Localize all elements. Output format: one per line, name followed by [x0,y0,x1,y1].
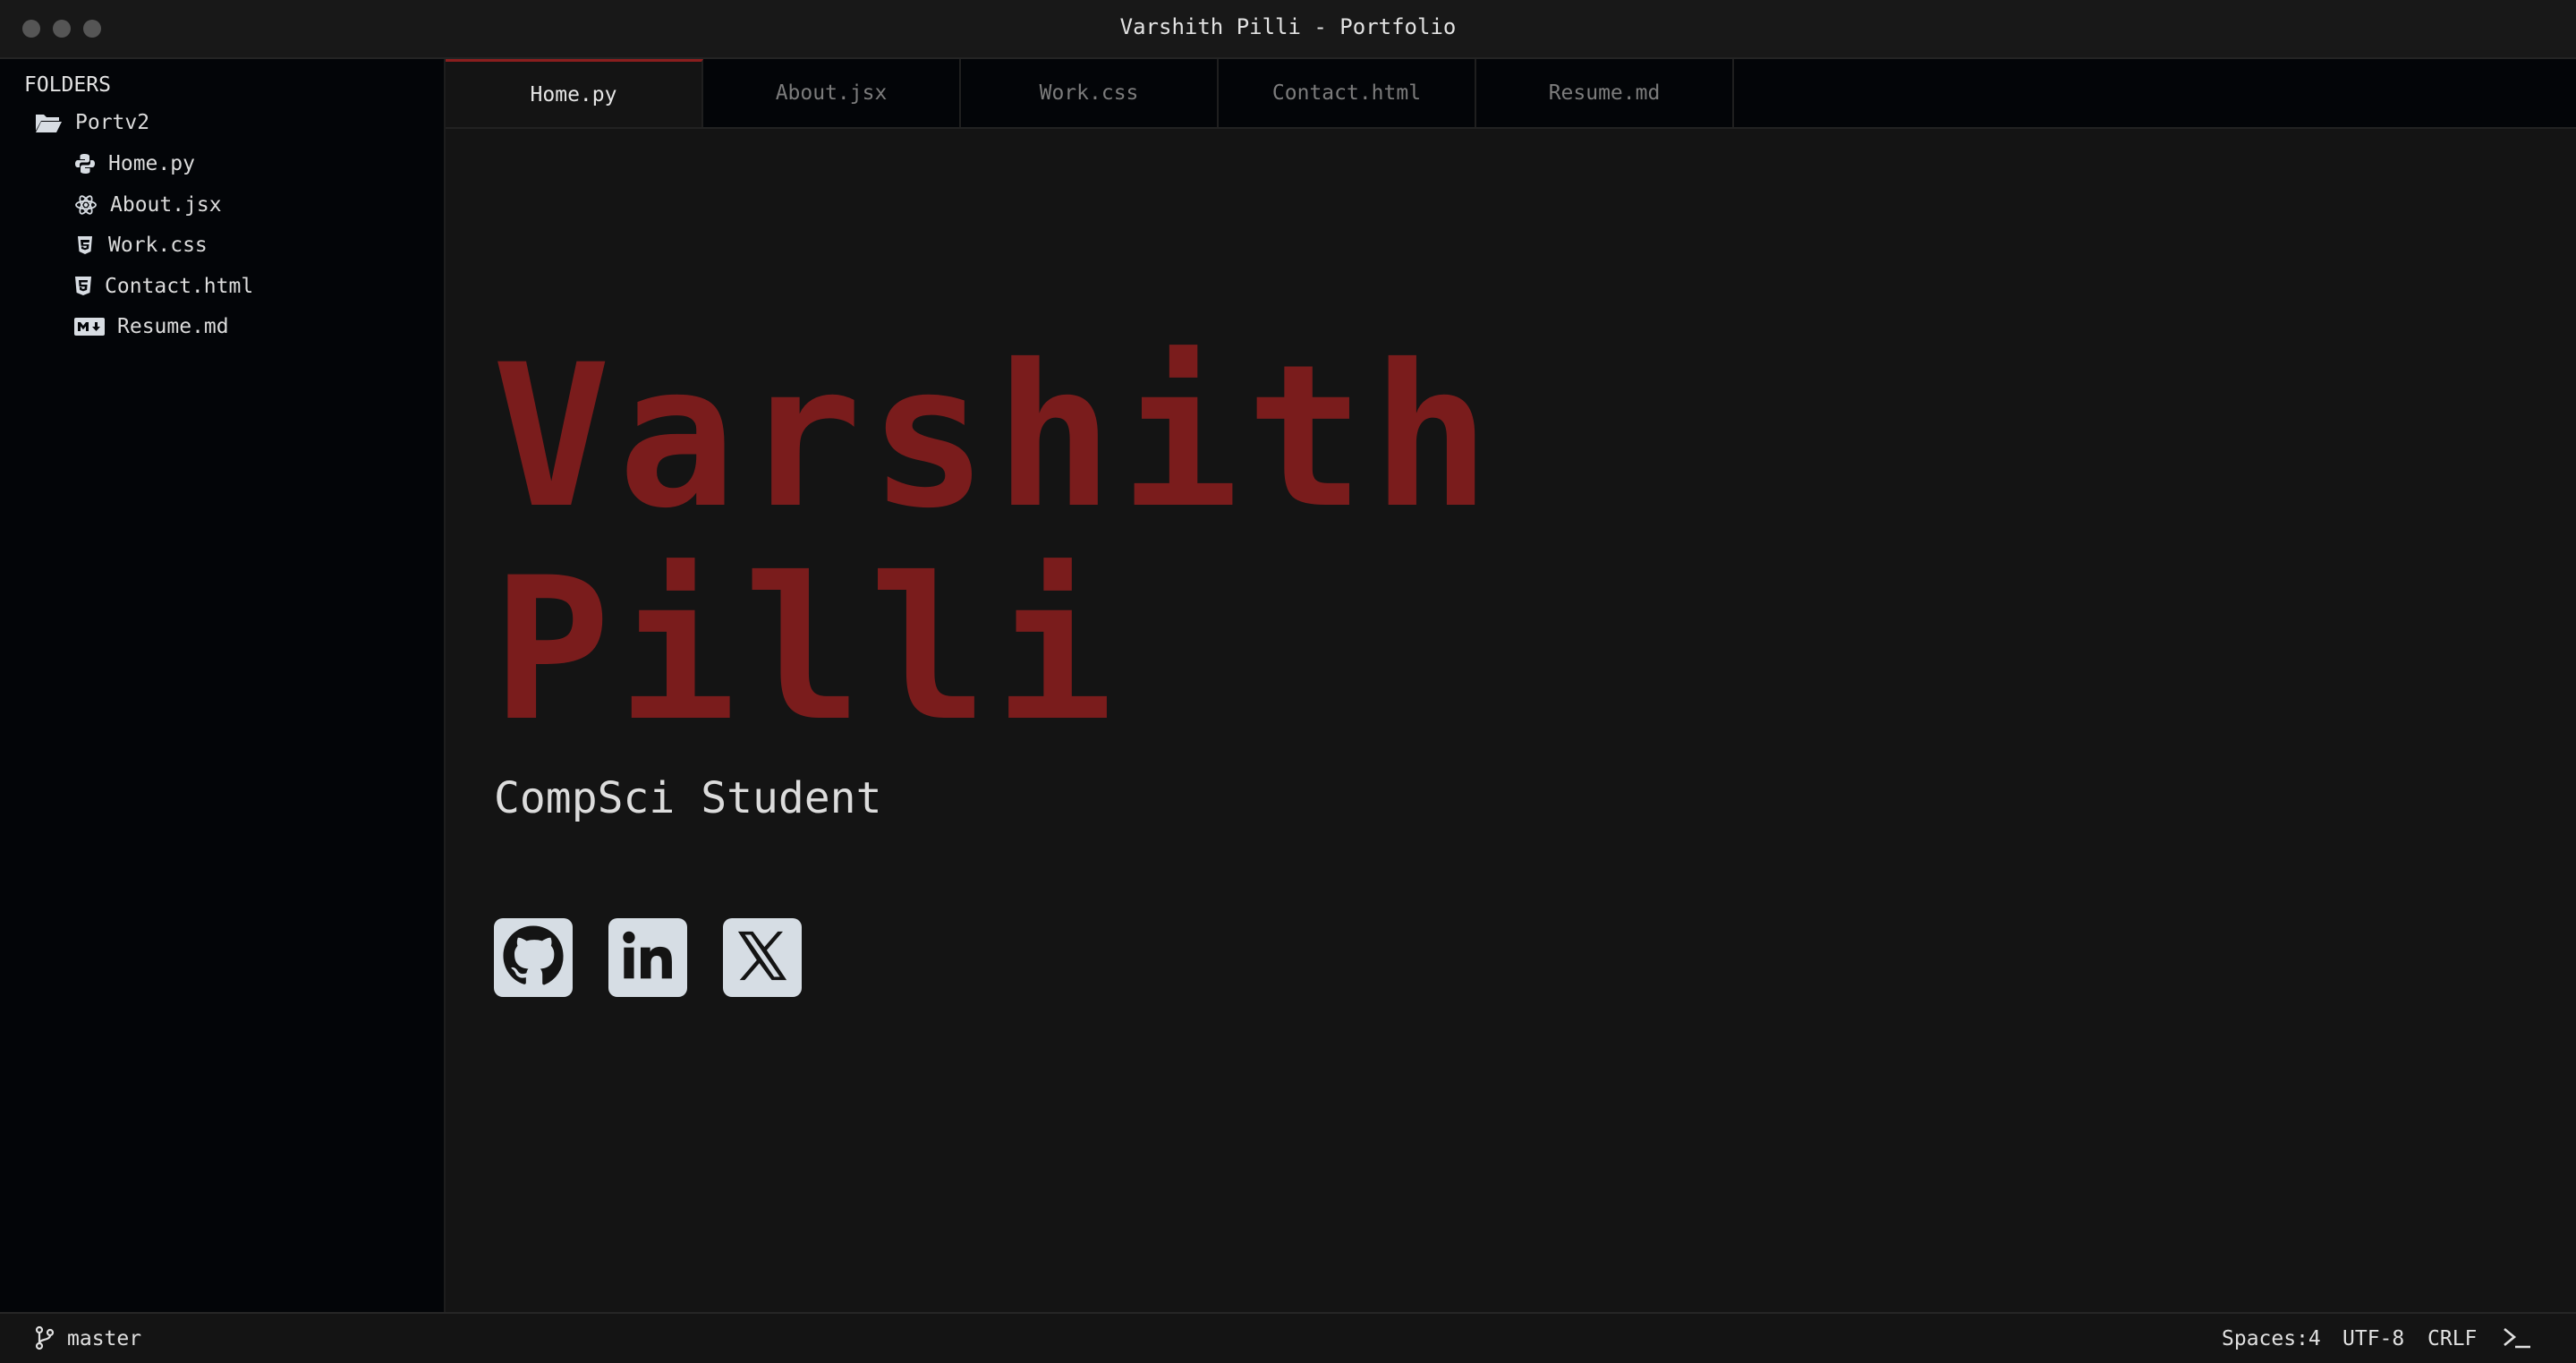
tab-contact-html[interactable]: Contact.html [1219,59,1476,127]
title-bar: Varshith Pilli - Portfolio [0,0,2576,59]
folder-label: Portv2 [75,111,150,134]
github-icon [502,924,565,991]
linkedin-link[interactable] [608,918,687,997]
sidebar-file-resume-md[interactable]: Resume.md [74,315,229,338]
file-label: Home.py [108,152,195,175]
terminal-icon[interactable] [2502,1326,2532,1355]
linkedin-icon [619,927,676,988]
x-twitter-link[interactable] [723,918,802,997]
file-label: Resume.md [117,315,229,338]
sidebar: FOLDERS Portv2 Home.py About.jsx Work.cs… [0,59,446,1312]
sidebar-file-home-py[interactable]: Home.py [74,152,195,175]
x-twitter-icon [735,928,790,987]
git-branch-icon [34,1325,55,1356]
file-label: About.jsx [110,193,222,217]
hero-first-name: Varshith [492,322,1498,551]
react-icon [74,194,98,216]
editor-content: Varshith Pilli CompSci Student [447,131,2576,1312]
encoding-setting[interactable]: UTF-8 [2342,1327,2404,1350]
line-endings-setting[interactable]: CRLF [2427,1327,2477,1350]
git-branch-label[interactable]: master [67,1327,141,1350]
sidebar-file-about-jsx[interactable]: About.jsx [74,193,222,217]
folder-open-icon [34,111,63,134]
window-title: Varshith Pilli - Portfolio [1119,14,1457,39]
sidebar-file-work-css[interactable]: Work.css [74,234,208,257]
tab-home-py[interactable]: Home.py [446,59,703,127]
tab-bar: Home.py About.jsx Work.css Contact.html … [446,59,2576,129]
tab-about-jsx[interactable]: About.jsx [703,59,961,127]
github-link[interactable] [494,918,573,997]
sidebar-file-contact-html[interactable]: Contact.html [74,275,253,298]
folders-heading: FOLDERS [24,73,111,97]
markdown-icon [74,318,105,336]
tab-work-css[interactable]: Work.css [961,59,1219,127]
hero-subtitle: CompSci Student [494,773,882,823]
file-label: Work.css [108,234,208,257]
indentation-setting[interactable]: Spaces:4 [2222,1327,2321,1350]
hero-last-name: Pilli [492,535,1121,764]
css3-icon [74,234,96,256]
status-bar: master Spaces:4 UTF-8 CRLF [0,1312,2576,1363]
tab-resume-md[interactable]: Resume.md [1476,59,1734,127]
html5-icon [74,276,92,297]
file-label: Contact.html [105,275,254,298]
folder-portv2[interactable]: Portv2 [34,111,149,134]
python-icon [74,153,96,175]
